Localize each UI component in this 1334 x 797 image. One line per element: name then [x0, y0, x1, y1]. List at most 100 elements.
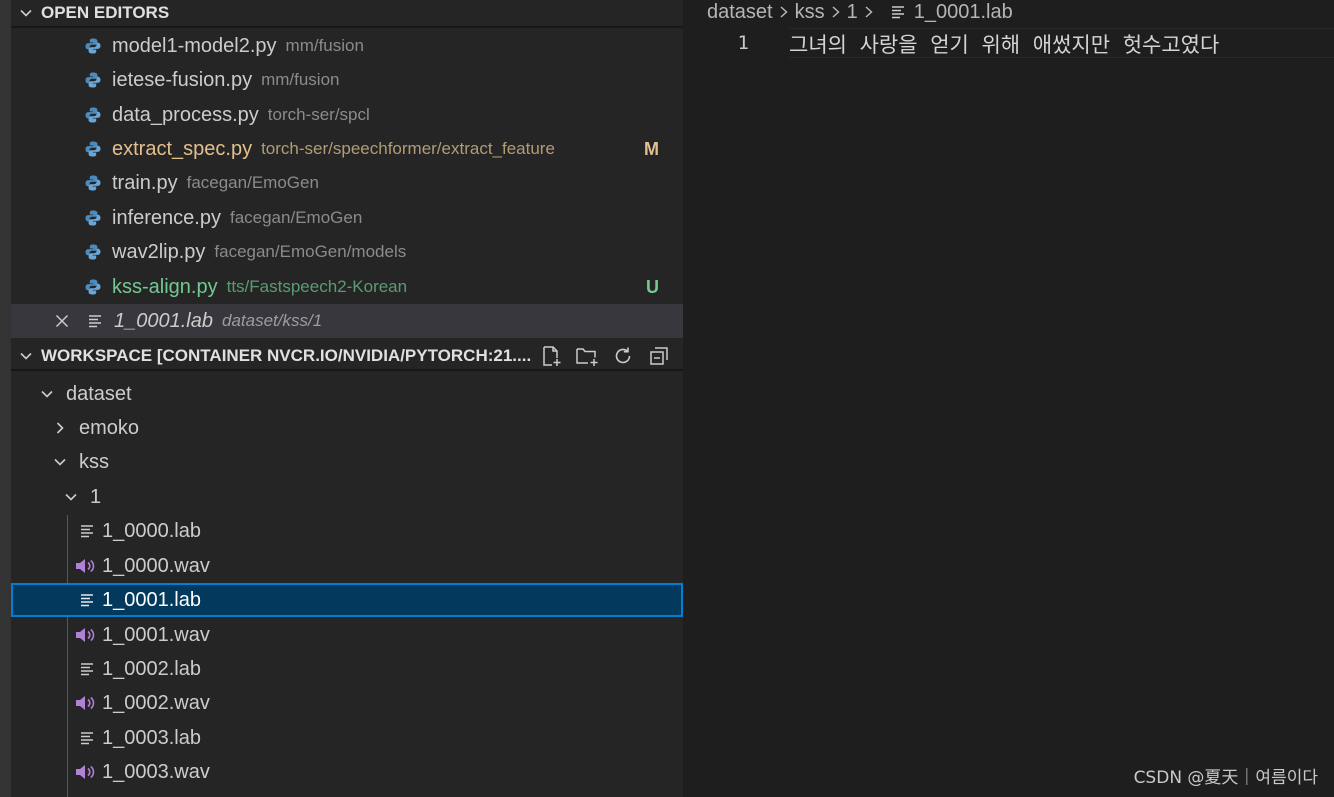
git-untracked-badge: U: [646, 276, 659, 297]
close-icon[interactable]: [51, 310, 73, 332]
python-file-icon: [83, 70, 103, 90]
new-folder-icon[interactable]: [573, 343, 601, 369]
file-name: extract_spec.py: [112, 137, 253, 160]
python-file-icon: [83, 208, 103, 228]
open-editor-item[interactable]: data_process.py torch-ser/spcl: [11, 98, 683, 132]
audio-file-icon: [73, 762, 97, 782]
open-editor-item[interactable]: model1-model2.py mm/fusion: [11, 29, 683, 63]
text-file-icon: [77, 521, 97, 541]
refresh-icon[interactable]: [609, 343, 637, 369]
text-file-icon: [77, 728, 97, 748]
file-path: dataset/kss/1: [221, 311, 323, 330]
breadcrumb-item[interactable]: kss: [795, 1, 825, 24]
audio-file-icon: [73, 625, 97, 645]
open-editors-header[interactable]: OPEN EDITORS: [11, 0, 683, 26]
tree-file[interactable]: 1_0003.wav: [11, 755, 683, 789]
file-name: data_process.py: [112, 103, 259, 126]
tree-folder-dataset[interactable]: dataset: [11, 377, 683, 411]
python-file-icon: [83, 277, 103, 297]
open-editors-title: OPEN EDITORS: [41, 3, 170, 22]
tree-file[interactable]: 1_0003.lab: [11, 721, 683, 755]
line-number: 1: [737, 32, 749, 54]
open-editor-item[interactable]: train.py facegan/EmoGen: [11, 166, 683, 200]
python-file-icon: [83, 173, 103, 193]
tree-label: 1_0002.wav: [102, 691, 210, 714]
audio-file-icon: [73, 693, 97, 713]
tree-label: 1_0003.lab: [102, 726, 201, 749]
open-editor-item[interactable]: inference.py facegan/EmoGen: [11, 201, 683, 235]
chevron-down-icon: [37, 384, 57, 404]
tree-file[interactable]: 1_0001.wav: [11, 618, 683, 652]
tree-file[interactable]: 1_0000.wav: [11, 549, 683, 583]
open-editor-item[interactable]: wav2lip.py facegan/EmoGen/models: [11, 235, 683, 269]
file-name: model1-model2.py: [112, 34, 277, 57]
chevron-right-icon: [830, 4, 842, 20]
workspace-title: WORKSPACE [CONTAINER NVCR.IO/NVIDIA/PYTO…: [41, 346, 532, 365]
file-path: mm/fusion: [285, 36, 364, 55]
chevron-down-icon: [11, 5, 41, 21]
breadcrumb: dataset kss 1 1_0001.lab: [707, 0, 1013, 24]
workspace-actions: [537, 343, 683, 369]
code-line[interactable]: 그녀의 사랑을 얻기 위해 애썼지만 헛수고였다: [789, 29, 1219, 59]
file-path: facegan/EmoGen/models: [214, 242, 407, 261]
tree-label: kss: [79, 450, 109, 473]
open-editor-item[interactable]: extract_spec.py torch-ser/speechformer/e…: [11, 132, 683, 166]
tree-label: 1_0002.lab: [102, 657, 201, 680]
file-path: facegan/EmoGen: [186, 173, 319, 192]
breadcrumb-item[interactable]: 1: [847, 1, 858, 24]
open-editor-item[interactable]: kss-align.py tts/Fastspeech2-Korean U: [11, 270, 683, 304]
file-name: train.py: [112, 171, 178, 194]
tree-file[interactable]: 1_0002.lab: [11, 652, 683, 686]
text-file-icon: [77, 659, 97, 679]
python-file-icon: [83, 36, 103, 56]
git-modified-badge: M: [644, 138, 659, 159]
breadcrumb-item[interactable]: 1_0001.lab: [914, 1, 1013, 24]
file-path: facegan/EmoGen: [229, 208, 363, 227]
tree-label: 1: [90, 485, 102, 508]
chevron-down-icon: [50, 452, 70, 472]
tree-file[interactable]: 1_0000.lab: [11, 514, 683, 548]
tree-label: 1_0000.lab: [102, 519, 201, 542]
file-path: torch-ser/speechformer/extract_feature: [261, 139, 555, 158]
tree-label: dataset: [66, 382, 132, 405]
tree-file[interactable]: 1_0002.wav: [11, 686, 683, 720]
chevron-right-icon: [778, 4, 790, 20]
python-file-icon: [83, 105, 103, 125]
open-editor-item-active[interactable]: 1_0001.lab dataset/kss/1: [11, 304, 683, 338]
tree-folder-1[interactable]: 1: [11, 480, 683, 514]
text-file-icon: [77, 590, 97, 610]
tree-folder-emoko[interactable]: emoko: [11, 411, 683, 445]
chevron-down-icon: [61, 487, 81, 507]
file-name: kss-align.py: [112, 275, 218, 298]
new-file-icon[interactable]: [537, 343, 565, 369]
tree-folder-kss[interactable]: kss: [11, 445, 683, 479]
file-path: torch-ser/spcl: [267, 105, 370, 124]
tree-label: 1_0001.wav: [102, 623, 210, 646]
collapse-all-icon[interactable]: [645, 343, 673, 369]
file-name: ietese-fusion.py: [112, 68, 253, 91]
python-file-icon: [83, 242, 103, 262]
text-file-icon: [890, 4, 906, 20]
tree-label: 1_0003.wav: [102, 760, 210, 783]
explorer-sidebar: OPEN EDITORS model1-model2.py mm/fusion …: [0, 0, 683, 797]
file-name: wav2lip.py: [112, 240, 206, 263]
audio-file-icon: [73, 556, 97, 576]
file-name: inference.py: [112, 206, 221, 229]
python-file-icon: [83, 139, 103, 159]
tree-label: emoko: [79, 416, 140, 439]
activity-bar-edge: [0, 0, 11, 797]
file-name: 1_0001.lab: [114, 309, 213, 332]
text-file-icon: [85, 311, 105, 331]
editor-area: dataset kss 1 1_0001.lab 1 그녀의 사랑을 얻기 위해…: [683, 0, 1334, 797]
chevron-right-icon: [50, 418, 70, 438]
chevron-right-icon: [863, 4, 875, 20]
header-shadow: [11, 369, 683, 372]
file-path: tts/Fastspeech2-Korean: [226, 277, 408, 296]
chevron-down-icon: [11, 348, 41, 364]
tree-label: 1_0000.wav: [102, 554, 210, 577]
tree-file-selected[interactable]: 1_0001.lab: [11, 583, 683, 617]
workspace-header[interactable]: WORKSPACE [CONTAINER NVCR.IO/NVIDIA/PYTO…: [11, 343, 683, 369]
open-editor-item[interactable]: ietese-fusion.py mm/fusion: [11, 63, 683, 97]
breadcrumb-item[interactable]: dataset: [707, 1, 773, 24]
file-path: mm/fusion: [261, 70, 340, 89]
